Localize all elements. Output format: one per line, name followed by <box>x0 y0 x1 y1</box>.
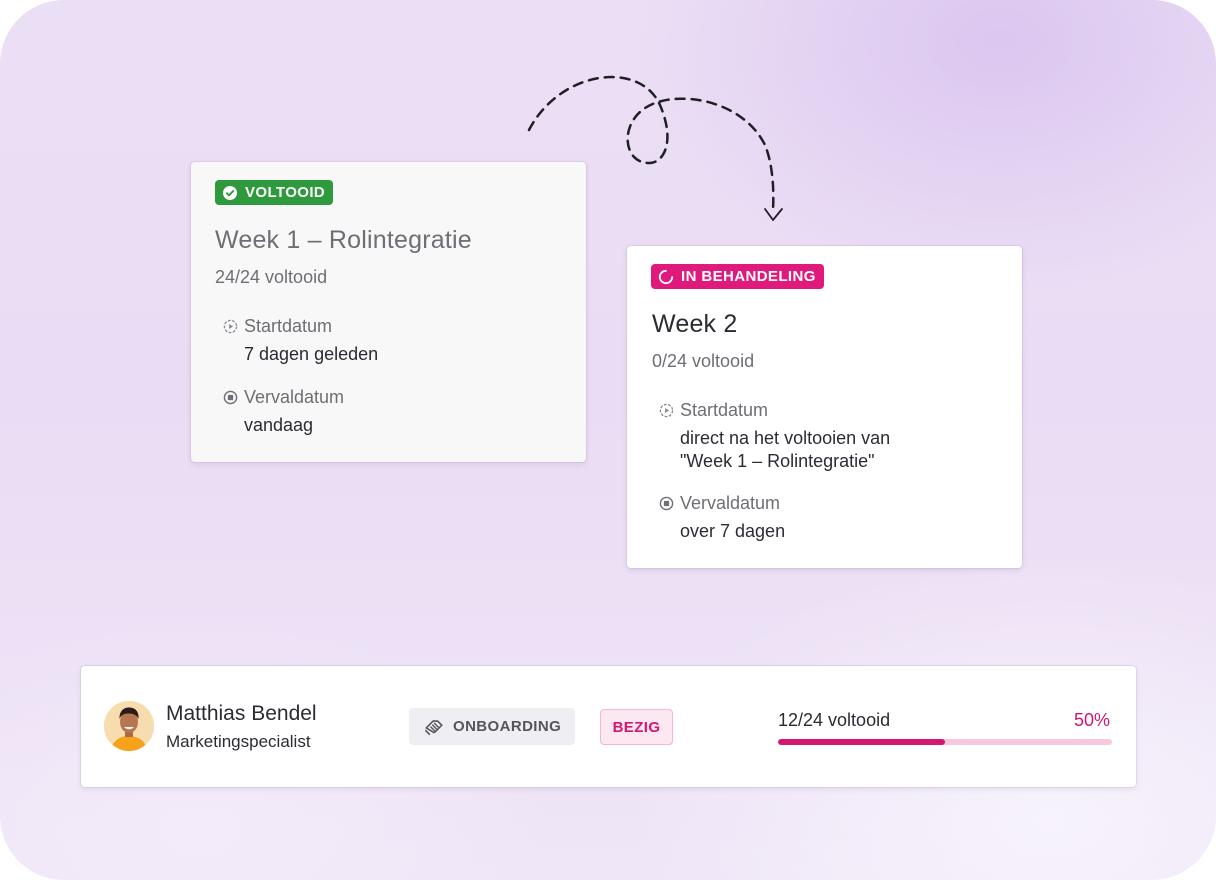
week2-due-value: over 7 dagen <box>680 521 786 541</box>
week2-progress: 0/24 voltooid <box>652 351 755 371</box>
week1-due-value: vandaag <box>244 415 314 435</box>
week2-start-value-line1: direct na het voltooien van <box>680 428 891 448</box>
in-progress-badge: IN BEHANDELING <box>651 264 824 289</box>
week2-due-label: Vervaldatum <box>680 493 781 513</box>
week1-due-row: Vervaldatum <box>223 387 344 408</box>
status-badge: BEZIG <box>600 709 673 745</box>
progress-bar <box>778 739 1112 745</box>
week1-card[interactable]: VOLTOOID Week 1 – Rolintegratie 24/24 vo… <box>191 162 586 462</box>
onboarding-tag: ONBOARDING <box>409 708 575 745</box>
employee-row[interactable]: Matthias Bendel Marketingspecialist ONBO… <box>81 666 1136 787</box>
week2-start-value-line2: "Week 1 – Rolintegratie" <box>680 451 875 471</box>
week2-start-row: Startdatum <box>659 400 768 421</box>
progress-bar-fill <box>778 739 945 745</box>
start-play-icon <box>223 319 238 334</box>
handshake-icon <box>424 719 443 735</box>
week1-due-label: Vervaldatum <box>244 387 345 407</box>
week1-start-row: Startdatum <box>223 316 332 337</box>
progress-label: 12/24 voltooid <box>778 710 891 730</box>
week2-title: Week 2 <box>652 310 738 338</box>
start-play-icon <box>659 403 674 418</box>
in-progress-badge-label: IN BEHANDELING <box>681 268 816 285</box>
week1-start-label: Startdatum <box>244 316 333 336</box>
person-avatar-icon <box>104 701 154 751</box>
completed-badge: VOLTOOID <box>215 180 334 205</box>
background-canvas: VOLTOOID Week 1 – Rolintegratie 24/24 vo… <box>0 0 1216 880</box>
progress-percent: 50% <box>1073 710 1110 730</box>
week1-title: Week 1 – Rolintegratie <box>215 226 472 254</box>
stop-circle-icon <box>223 390 238 405</box>
avatar <box>104 701 154 751</box>
week1-progress: 24/24 voltooid <box>215 267 328 287</box>
week1-start-value: 7 dagen geleden <box>244 344 379 364</box>
completed-badge-label: VOLTOOID <box>245 184 326 201</box>
employee-role: Marketingspecialist <box>166 732 311 751</box>
check-circle-icon <box>223 185 237 200</box>
week2-card[interactable]: IN BEHANDELING Week 2 0/24 voltooid Star… <box>627 246 1022 568</box>
loading-spinner-icon <box>658 269 674 284</box>
week2-start-label: Startdatum <box>680 400 769 420</box>
employee-name: Matthias Bendel <box>166 702 317 725</box>
onboarding-tag-label: ONBOARDING <box>453 718 562 735</box>
stop-circle-icon <box>659 496 674 511</box>
week2-due-row: Vervaldatum <box>659 493 780 514</box>
